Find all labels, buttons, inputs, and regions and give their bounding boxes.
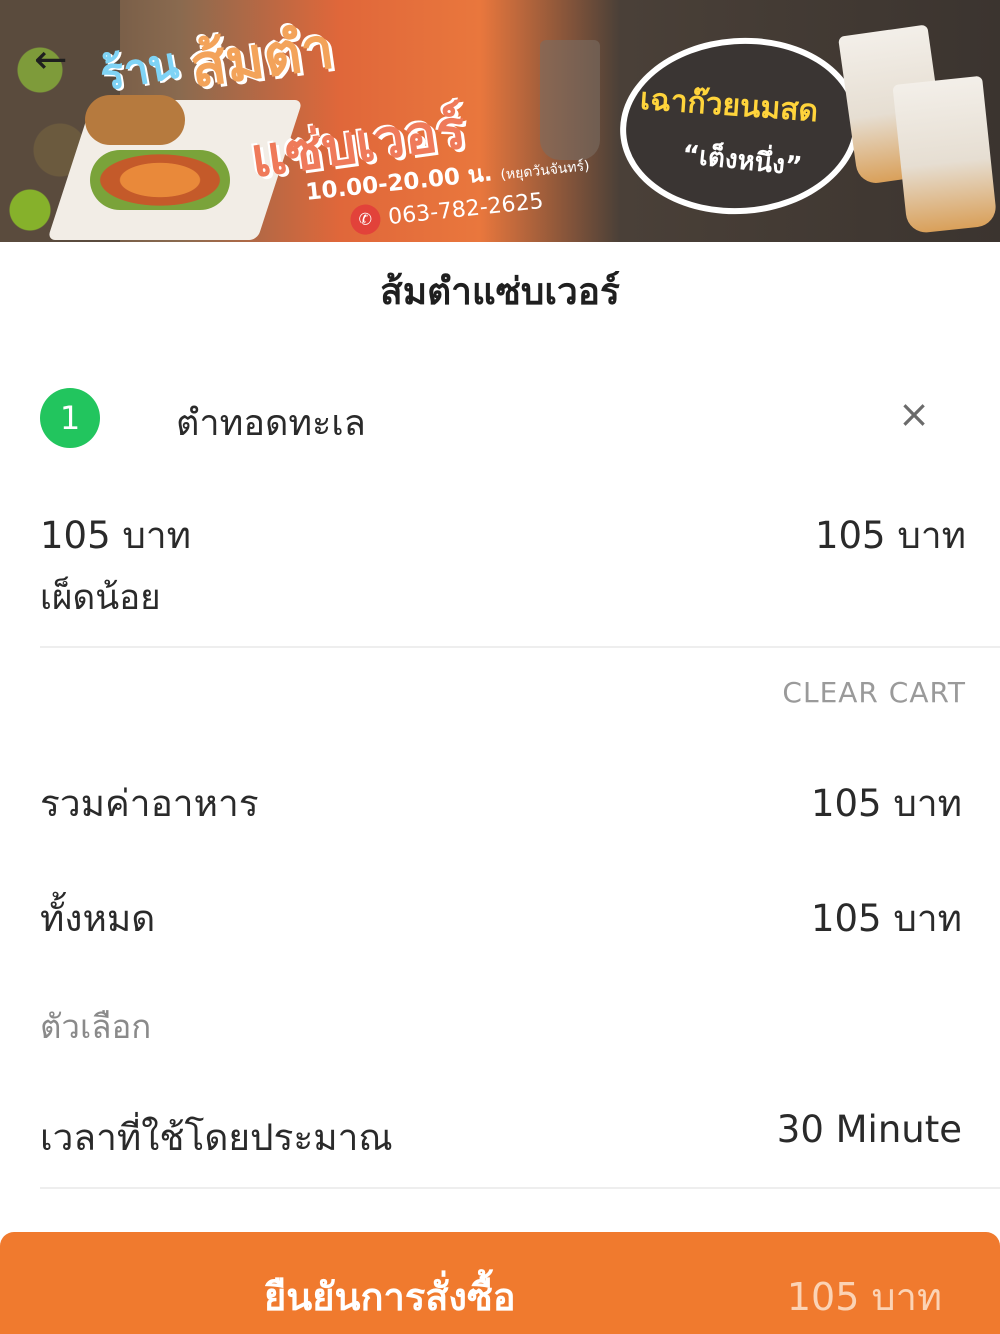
shop-banner: ร้าน ส้มตำ แซ่บเวอร์ 10.00-20.00 น. (หยุ…	[0, 0, 1000, 242]
banner-drink-cup-image	[892, 75, 998, 235]
food-total-value: 105 บาท	[810, 782, 962, 825]
clear-cart-button[interactable]: CLEAR CART	[782, 676, 966, 709]
page-title: ส้มตำแซ่บเวอร์	[380, 270, 620, 313]
banner-title-line1: ส้มตำ	[185, 13, 338, 101]
quantity-badge[interactable]: 1	[40, 388, 100, 448]
banner-papaya-salad-image	[90, 150, 230, 210]
phone-icon: ✆	[348, 203, 382, 237]
banner-closed-day: (หยุดวันจันทร์)	[499, 158, 591, 184]
banner-bottle-image	[540, 40, 600, 160]
confirm-order-total[interactable]: 105 บาท	[787, 1266, 942, 1327]
item-name: ตำทอดทะเล	[176, 403, 366, 444]
close-icon[interactable]: ×	[894, 392, 934, 436]
item-line-total: 105 บาท	[814, 514, 966, 557]
grand-total-value: 105 บาท	[810, 897, 962, 940]
divider	[40, 646, 1000, 648]
food-total-label: รวมค่าอาหาร	[40, 782, 259, 825]
options-section-label: ตัวเลือก	[40, 1007, 152, 1046]
banner-shop-word: ร้าน	[96, 37, 183, 102]
item-option: เผ็ดน้อย	[40, 578, 161, 618]
confirm-order-label[interactable]: ยืนยันการสั่งซื้อ	[264, 1266, 516, 1327]
grand-total-label: ทั้งหมด	[40, 897, 156, 940]
eta-value: 30 Minute	[776, 1108, 962, 1151]
arrow-left-icon[interactable]: ←	[34, 40, 84, 80]
eta-label: เวลาที่ใช้โดยประมาณ	[40, 1116, 393, 1159]
item-unit-price: 105 บาท	[40, 514, 192, 557]
divider	[40, 1187, 1000, 1189]
